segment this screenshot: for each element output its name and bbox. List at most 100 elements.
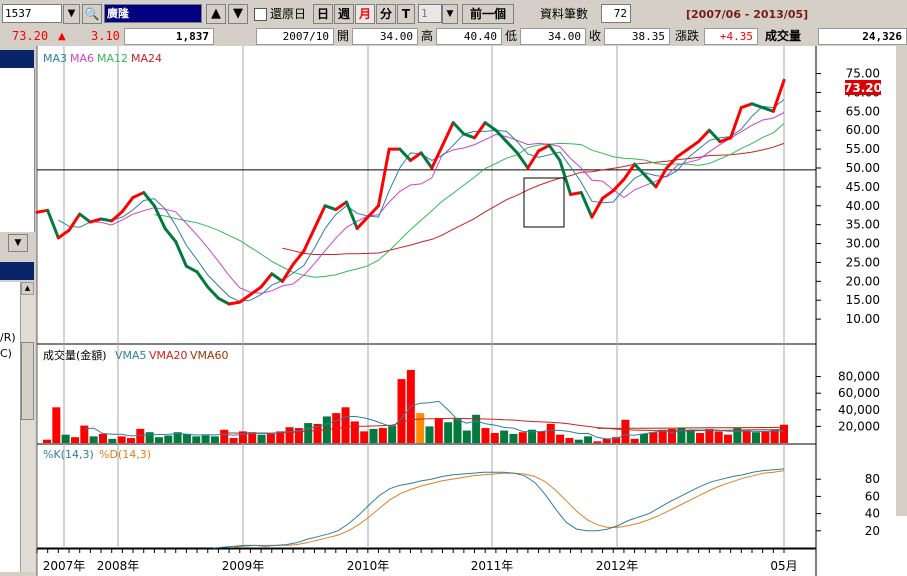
y-tick-label: 15.00 xyxy=(846,293,880,307)
volume-bar xyxy=(108,438,117,443)
close-segment xyxy=(99,217,114,223)
x-tick-label: 2007年 xyxy=(43,559,86,573)
plot-background xyxy=(37,46,816,576)
volume-bar xyxy=(565,438,574,443)
volume-bar xyxy=(584,436,593,443)
volume-bar xyxy=(649,432,658,443)
volume-bar xyxy=(630,438,639,443)
volume-bar xyxy=(285,427,294,443)
volume-bar xyxy=(537,431,546,443)
x-tick-label: 2009年 xyxy=(222,559,265,573)
volume-bar xyxy=(556,434,565,443)
close-segment xyxy=(569,191,583,196)
volume-legend-item: VMA20 xyxy=(149,349,188,362)
volume-bar xyxy=(621,419,630,443)
close-segment xyxy=(35,208,50,214)
price-legend-item: MA24 xyxy=(131,52,162,65)
volume-bar xyxy=(229,438,238,443)
volume-bar xyxy=(397,379,406,443)
y-tick-label: 20 xyxy=(865,524,880,538)
volume-bar xyxy=(481,428,490,443)
volume-legend-item: VMA5 xyxy=(115,349,147,362)
y-tick-label: 35.00 xyxy=(846,218,880,232)
volume-bar xyxy=(70,437,79,443)
volume-bar xyxy=(574,439,583,443)
y-tick-label: 60.00 xyxy=(846,123,880,137)
volume-bar xyxy=(640,433,649,443)
volume-legend-item: VMA60 xyxy=(190,349,229,362)
kd-legend-k: %K(14,3) xyxy=(43,448,94,461)
y-tick-label: 10.00 xyxy=(846,312,880,326)
volume-bar xyxy=(126,438,135,443)
volume-bar xyxy=(714,431,723,443)
volume-bar xyxy=(444,422,453,443)
x-tick-label: 2012年 xyxy=(596,559,639,573)
y-tick-label: 60 xyxy=(865,489,880,503)
volume-bar xyxy=(210,436,219,443)
price-legend-item: MA12 xyxy=(97,52,128,65)
kd-legend-d: %D(14,3) xyxy=(99,448,151,461)
volume-bar xyxy=(350,421,359,443)
volume-bar xyxy=(164,435,173,443)
y-tick-label: 30.00 xyxy=(846,237,880,251)
volume-bar xyxy=(612,437,621,443)
volume-bar xyxy=(518,432,527,443)
y-tick-label: 25.00 xyxy=(846,255,880,269)
y-tick-label: 40,000 xyxy=(838,403,880,417)
y-tick-label: 60,000 xyxy=(838,386,880,400)
volume-bar xyxy=(89,436,98,443)
volume-bar xyxy=(266,433,275,443)
x-tick-label: 2010年 xyxy=(347,559,390,573)
volume-bar xyxy=(490,433,499,443)
volume-bar xyxy=(434,418,443,443)
volume-bar xyxy=(360,431,369,443)
stock-chart[interactable]: 2007年2008年2009年2010年2011年2012年05月75.0070… xyxy=(0,0,907,576)
y-tick-label: 45.00 xyxy=(846,180,880,194)
volume-bar xyxy=(500,430,509,443)
volume-bar xyxy=(416,413,425,443)
x-tick-label: 2008年 xyxy=(97,559,140,573)
y-tick-label: 75.00 xyxy=(846,67,880,81)
volume-bar xyxy=(593,441,602,443)
price-legend-item: MA3 xyxy=(43,52,67,65)
y-tick-label: 40 xyxy=(865,507,880,521)
y-tick-label: 65.00 xyxy=(846,104,880,118)
y-tick-label: 80 xyxy=(865,472,880,486)
volume-bar xyxy=(52,407,61,443)
volume-bar xyxy=(43,439,51,443)
volume-bar xyxy=(117,436,126,443)
volume-bar xyxy=(182,433,191,443)
x-tick-label: 2011年 xyxy=(471,559,514,573)
close-segment xyxy=(227,300,242,306)
price-tag-text: 73.20 xyxy=(844,81,882,95)
volume-bar xyxy=(304,423,313,443)
volume-bar xyxy=(154,437,163,443)
right-edge xyxy=(896,46,907,516)
volume-bar xyxy=(220,429,229,443)
y-tick-label: 80,000 xyxy=(838,370,880,384)
y-tick-label: 40.00 xyxy=(846,199,880,213)
volume-bar xyxy=(61,434,70,443)
volume-bar xyxy=(546,423,555,443)
volume-bar xyxy=(378,428,387,443)
volume-bar xyxy=(761,431,770,443)
volume-bar xyxy=(752,432,761,443)
volume-bar xyxy=(686,430,695,443)
volume-bar xyxy=(341,407,350,443)
y-tick-label: 20,000 xyxy=(838,419,880,433)
y-tick-label: 55.00 xyxy=(846,142,880,156)
volume-bar xyxy=(98,433,107,443)
volume-bar xyxy=(388,425,397,443)
volume-bar xyxy=(425,426,434,443)
y-tick-label: 50.00 xyxy=(846,161,880,175)
volume-bar xyxy=(509,433,518,443)
volume-bar xyxy=(201,435,210,443)
x-tick-label: 05月 xyxy=(770,559,797,573)
volume-bar xyxy=(696,433,705,443)
volume-bar xyxy=(369,428,378,443)
volume-bar xyxy=(257,434,266,443)
volume-bar xyxy=(742,430,751,443)
y-tick-label: 20.00 xyxy=(846,274,880,288)
volume-bar xyxy=(453,418,462,443)
volume-bar xyxy=(462,430,471,443)
